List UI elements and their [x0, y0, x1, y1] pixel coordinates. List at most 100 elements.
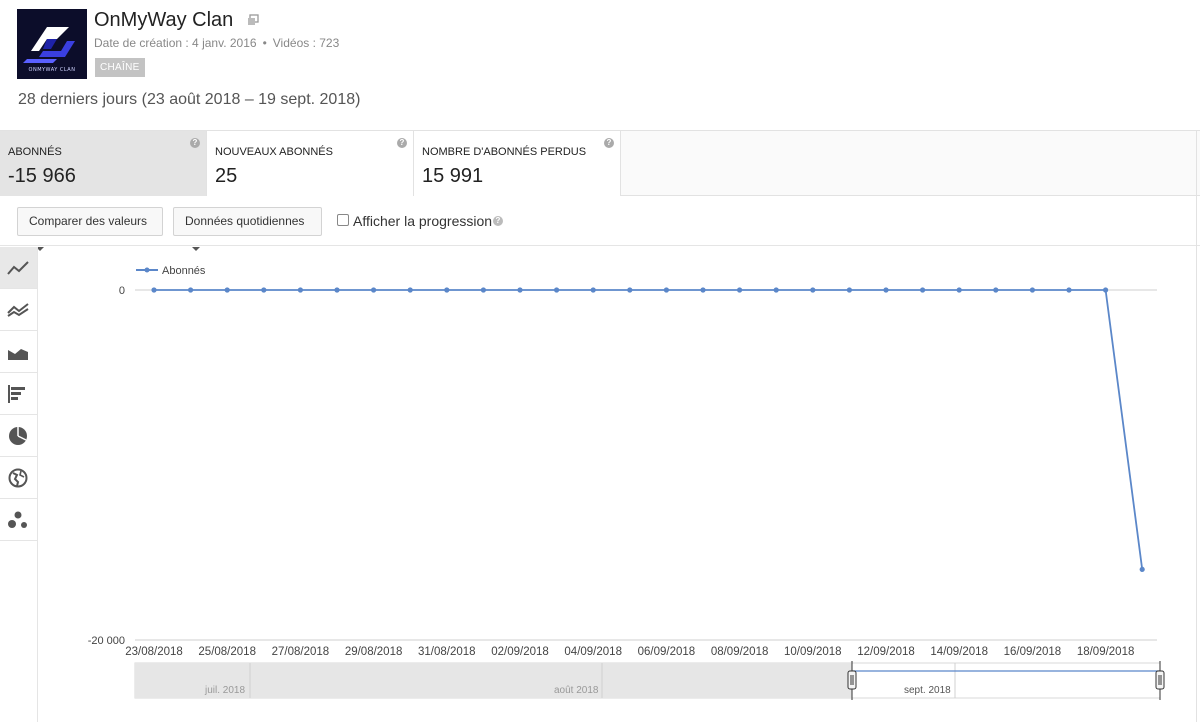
data-point — [444, 287, 450, 293]
metric-label: NOMBRE D'ABONNÉS PERDUS — [422, 146, 587, 158]
help-icon[interactable]: ? — [493, 216, 503, 226]
data-point — [846, 287, 853, 293]
data-point — [700, 287, 706, 293]
y-tick-label: 0 — [119, 285, 125, 297]
x-tick-label: 08/09/2018 — [711, 646, 769, 658]
data-point — [663, 287, 670, 293]
pie-chart-button[interactable] — [0, 415, 37, 457]
x-tick-label: 06/09/2018 — [638, 646, 696, 658]
help-icon[interactable]: ? — [397, 138, 407, 148]
data-point — [1139, 566, 1145, 573]
data-point — [480, 287, 486, 293]
navigator-label: sept. 2018 — [904, 685, 951, 696]
data-point — [261, 287, 267, 293]
data-point — [956, 287, 962, 293]
x-tick-label: 10/09/2018 — [784, 646, 842, 658]
data-point — [188, 287, 194, 293]
bar-chart-icon — [8, 385, 25, 403]
metric-label: ABONNÉS — [8, 146, 62, 158]
line-chart[interactable]: 0 -20 00023/08/2018 25/08/2018 27/08/2018 29… — [40, 247, 1200, 722]
pie-chart-icon — [9, 427, 27, 445]
data-point — [920, 287, 926, 293]
granularity-label: Données quotidiennes — [185, 214, 305, 228]
metric-value: 25 — [215, 165, 238, 187]
data-point — [407, 287, 413, 293]
navigator-label: août 2018 — [554, 685, 599, 696]
series-line — [154, 289, 1144, 570]
chart-type-toolbar — [0, 247, 38, 722]
granularity-dropdown[interactable]: Données quotidiennes — [173, 207, 322, 251]
navigator-handle — [1155, 670, 1165, 690]
stacked-area-chart-icon — [7, 346, 29, 360]
channel-logo[interactable]: ONMYWAY CLAN — [17, 9, 87, 79]
chart-controls: Comparer des valeurs Données quotidienne… — [0, 196, 1200, 251]
channel-meta: Date de création : 4 janv. 2016 • Vidéos :… — [94, 36, 339, 50]
panel-border — [1196, 130, 1197, 722]
metric-card-lost-subscribers[interactable]: NOMBRE D'ABONNÉS PERDUS 15 991 ? — [414, 131, 621, 196]
data-point — [883, 287, 889, 293]
multi-line-chart-icon — [7, 303, 29, 317]
x-tick-label: 04/09/2018 — [564, 646, 622, 658]
data-point — [554, 287, 560, 293]
x-tick-label: 31/08/2018 — [418, 646, 476, 658]
bar-chart-button[interactable] — [0, 373, 37, 415]
x-tick-label: 18/09/2018 — [1077, 646, 1135, 658]
chart-area: 0 -20 000 23/08/2018 25/08/2018 27/08/2018 29… — [40, 247, 1200, 722]
metric-value: -15 966 — [8, 165, 76, 187]
line-chart-button[interactable] — [0, 247, 37, 289]
help-icon[interactable]: ? — [190, 138, 200, 148]
data-point — [297, 287, 303, 293]
data-point — [517, 287, 523, 293]
x-tick-label: 14/09/2018 — [930, 646, 988, 658]
logo-text: ONMYWAY CLAN — [28, 67, 76, 73]
map-chart-button[interactable] — [0, 457, 37, 499]
data-point — [1066, 287, 1072, 293]
channel-header: ONMYWAY CLAN OnMyWay Clan Date de créati… — [0, 0, 1200, 130]
globe-map-icon — [8, 468, 28, 488]
data-point — [810, 287, 816, 293]
show-progress-checkbox[interactable] — [337, 214, 349, 226]
legend-marker — [144, 267, 150, 273]
channel-badge: CHAÎNE — [95, 58, 145, 77]
line-chart-icon — [7, 261, 29, 275]
metric-card-subscribers[interactable]: ABONNÉS -15 966 ? — [0, 131, 207, 196]
channel-name: OnMyWay Clan — [94, 9, 234, 31]
data-point — [993, 287, 999, 293]
data-point — [773, 287, 779, 293]
data-point — [151, 287, 157, 293]
help-icon[interactable]: ? — [604, 138, 614, 148]
metric-cards: ABONNÉS -15 966 ? NOUVEAUX ABONNÉS 25 ? … — [0, 130, 1200, 196]
video-count: Vidéos : 723 — [272, 36, 340, 50]
data-point — [737, 287, 743, 293]
analytics-page: ONMYWAY CLAN OnMyWay Clan Date de créati… — [0, 0, 1200, 722]
x-tick-label: 29/08/2018 — [345, 646, 403, 658]
data-point — [1103, 287, 1109, 293]
data-point — [590, 287, 596, 293]
x-tick-label: 16/09/2018 — [1004, 646, 1062, 658]
y-tick-label: -20 000 — [88, 635, 125, 647]
external-window-icon[interactable] — [247, 14, 259, 26]
data-point — [371, 287, 377, 293]
data-point — [334, 287, 340, 293]
navigator-label: juil. 2018 — [204, 685, 245, 696]
multi-line-chart-button[interactable] — [0, 289, 37, 331]
bubble-chart-button[interactable] — [0, 499, 37, 541]
navigator-handle — [847, 670, 857, 690]
x-tick-label: 23/08/2018 — [125, 646, 183, 658]
x-tick-label: 25/08/2018 — [198, 646, 256, 658]
show-progress-label[interactable]: Afficher la progression — [353, 213, 492, 229]
x-tick-label: 02/09/2018 — [491, 646, 549, 658]
separator-dot: • — [262, 36, 267, 50]
data-point — [1029, 287, 1035, 293]
x-tick-label: 27/08/2018 — [272, 646, 330, 658]
stacked-area-chart-button[interactable] — [0, 331, 37, 373]
compare-label: Comparer des valeurs — [29, 214, 148, 228]
bubble-chart-icon — [8, 511, 27, 528]
x-tick-label: 12/09/2018 — [857, 646, 915, 658]
compare-dropdown[interactable]: Comparer des valeurs — [17, 207, 163, 251]
creation-date: Date de création : 4 janv. 2016 — [94, 36, 257, 50]
legend-label: Abonnés — [162, 265, 206, 277]
metric-card-new-subscribers[interactable]: NOUVEAUX ABONNÉS 25 ? — [207, 131, 414, 196]
data-point — [627, 287, 633, 293]
metric-value: 15 991 — [422, 165, 484, 187]
